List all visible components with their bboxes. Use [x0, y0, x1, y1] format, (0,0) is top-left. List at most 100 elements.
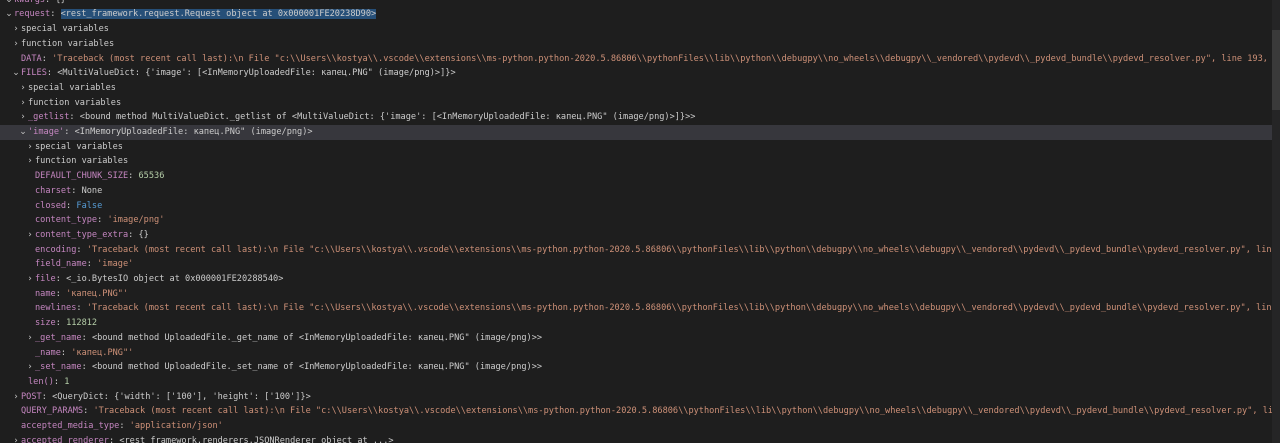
variable-value: 'image'	[97, 259, 134, 270]
separator: :	[55, 288, 67, 299]
variable-name: _get_name	[35, 332, 82, 343]
variable-value: 'application/json'	[129, 421, 223, 431]
variable-row[interactable]: content_type: 'image/png'	[0, 213, 1280, 228]
variables-tree: ⌄kwargs: {}⌄request: <rest_framework.req…	[0, 0, 1280, 443]
variable-name: field_name	[35, 259, 87, 270]
variable-row[interactable]: QUERY_PARAMS: 'Traceback (most recent ca…	[0, 404, 1280, 419]
variable-value: 112812	[66, 318, 98, 329]
chevron-right-icon[interactable]: ›	[25, 331, 35, 346]
group-label: special variables	[28, 82, 116, 93]
chevron-right-icon[interactable]: ›	[25, 154, 35, 169]
variable-row[interactable]: len(): 1	[0, 375, 1280, 390]
variable-row[interactable]: field_name: 'image'	[0, 257, 1280, 272]
variable-row[interactable]: ⌄'image': <InMemoryUploadedFile: капец.P…	[0, 125, 1280, 140]
variable-value: 'Traceback (most recent call last):\n Fi…	[93, 406, 1280, 417]
variable-row[interactable]: › accepted_renderer: <rest_framework.rend…	[0, 434, 1280, 443]
variable-name: request	[14, 9, 51, 20]
variable-row[interactable]: newlines: 'Traceback (most recent call l…	[0, 301, 1280, 316]
separator: :	[66, 200, 77, 211]
variable-value: <MultiValueDict: {'image': [<InMemoryUpl…	[57, 68, 456, 79]
variable-row[interactable]: name: 'капец.PNG"'	[0, 287, 1280, 302]
variable-row[interactable]: › special variables	[0, 22, 1280, 37]
variable-row[interactable]: › file: <_io.BytesIO object at 0x000001FE…	[0, 272, 1280, 287]
variable-value: 'Traceback (most recent call last):\n Fi…	[86, 244, 1280, 255]
variable-name: DATA	[21, 53, 42, 64]
chevron-right-icon[interactable]: ›	[25, 360, 35, 375]
vertical-scrollbar[interactable]	[1272, 0, 1280, 443]
variable-row[interactable]: › _get_name: <bound method UploadedFile._…	[0, 331, 1280, 346]
variable-value: 'image/png'	[107, 215, 165, 226]
variable-row[interactable]: DEFAULT_CHUNK_SIZE: 65536	[0, 169, 1280, 184]
variable-name: DEFAULT_CHUNK_SIZE	[35, 171, 129, 182]
variable-name: accepted_renderer	[21, 435, 109, 443]
separator: :	[128, 171, 139, 182]
variable-row[interactable]: › _set_name: <bound method UploadedFile._…	[0, 360, 1280, 375]
variable-name: name	[35, 288, 56, 299]
scrollbar-thumb[interactable]	[1272, 30, 1280, 110]
chevron-down-icon[interactable]: ⌄	[18, 125, 28, 140]
variable-row[interactable]: _name: 'капец.PNG"'	[0, 346, 1280, 361]
chevron-right-icon[interactable]: ›	[18, 110, 28, 125]
variable-name: _set_name	[35, 362, 82, 373]
variable-row[interactable]: › _getlist: <bound method MultiValueDict.…	[0, 110, 1280, 125]
separator: :	[69, 112, 80, 123]
variable-row[interactable]: charset: None	[0, 184, 1280, 199]
variable-row[interactable]: size: 112812	[0, 316, 1280, 331]
variable-row[interactable]: closed: False	[0, 199, 1280, 214]
chevron-right-icon[interactable]: ›	[11, 22, 21, 37]
variable-value: 'капец.PNG"'	[66, 288, 129, 299]
separator: :	[64, 127, 75, 137]
variable-name: closed	[35, 200, 67, 211]
variable-row[interactable]: ⌄kwargs: {}	[0, 0, 1276, 7]
chevron-right-icon[interactable]: ›	[25, 140, 35, 155]
separator: :	[86, 259, 98, 270]
variable-name: encoding	[35, 244, 77, 255]
variable-name: FILES	[21, 68, 47, 79]
variable-value: <bound method UploadedFile._set_name of …	[91, 362, 543, 373]
chevron-down-icon[interactable]: ⌄	[4, 7, 14, 22]
chevron-right-icon[interactable]: ›	[11, 37, 21, 52]
chevron-right-icon[interactable]: ›	[25, 228, 35, 243]
variable-value: False	[76, 200, 103, 211]
variable-row[interactable]: › function variables	[0, 37, 1280, 52]
variable-name: len()	[28, 376, 54, 387]
variable-name: file	[35, 274, 56, 284]
variable-row[interactable]: › special variables	[0, 81, 1280, 96]
variable-row[interactable]: DATA: 'Traceback (most recent call last)…	[0, 52, 1280, 67]
variable-row[interactable]: accepted_media_type: 'application/json'	[0, 419, 1280, 434]
variable-name: content_type	[35, 215, 98, 226]
variable-row[interactable]: ⌄request: <rest_framework.request.Reques…	[0, 7, 1276, 22]
variable-name: kwargs	[14, 0, 45, 5]
chevron-down-icon[interactable]: ⌄	[4, 0, 14, 7]
group-label: function variables	[28, 97, 122, 108]
variable-row[interactable]: › content_type_extra: {}	[0, 228, 1280, 243]
variable-row[interactable]: encoding: 'Traceback (most recent call l…	[0, 243, 1280, 258]
variable-name: content_type_extra	[35, 229, 129, 240]
variable-row[interactable]: › function variables	[0, 96, 1280, 111]
variable-value: <rest_framework.request.Request object a…	[60, 9, 377, 20]
chevron-right-icon[interactable]: ›	[11, 390, 21, 405]
variable-value: {}	[138, 229, 149, 240]
variable-name: size	[35, 318, 56, 329]
variable-value: 'капец.PNG"'	[71, 347, 134, 358]
chevron-right-icon[interactable]: ›	[18, 96, 28, 111]
chevron-down-icon[interactable]: ⌄	[11, 66, 21, 81]
variable-name: _name	[35, 347, 61, 358]
separator: :	[128, 229, 139, 240]
chevron-right-icon[interactable]: ›	[25, 272, 35, 287]
variable-name: 'image'	[28, 127, 65, 137]
variable-value: <rest_framework.renderers.JSONRenderer o…	[119, 435, 394, 443]
variable-row[interactable]: › special variables	[0, 140, 1280, 155]
variable-value: None	[81, 185, 103, 196]
group-label: function variables	[35, 156, 129, 167]
variable-row[interactable]: › function variables	[0, 154, 1280, 169]
chevron-right-icon[interactable]: ›	[18, 81, 28, 96]
variable-row[interactable]: › POST: <QueryDict: {'width': ['100'], 'h…	[0, 390, 1280, 405]
variable-value: <bound method MultiValueDict._getlist of…	[79, 112, 696, 123]
chevron-right-icon[interactable]: ›	[11, 434, 21, 443]
variable-row[interactable]: ⌄FILES: <MultiValueDict: {'image': [<InM…	[0, 66, 1280, 81]
separator: :	[41, 391, 53, 402]
separator: :	[53, 376, 65, 387]
variable-value: 65536	[138, 171, 165, 182]
separator: :	[76, 244, 87, 255]
